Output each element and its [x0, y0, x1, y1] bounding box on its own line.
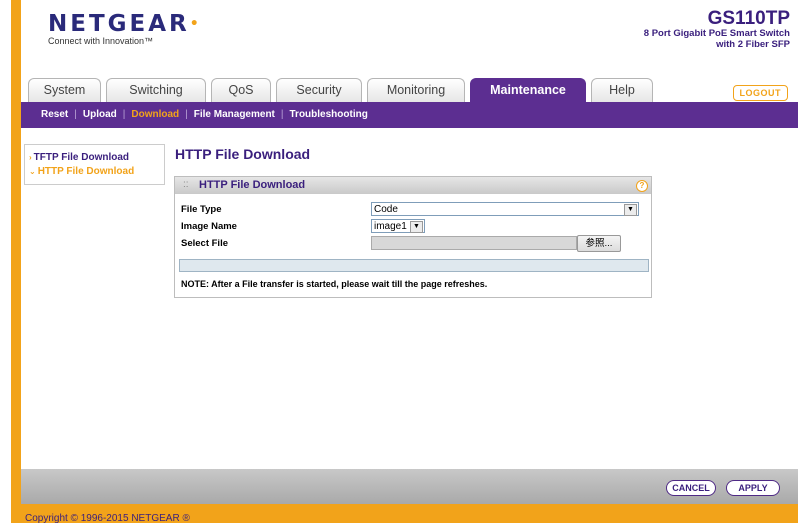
left-accent-bar: [11, 0, 21, 523]
netgear-logo: NETGEAR• Connect with Innovation™: [48, 11, 202, 46]
subnav-troubleshooting[interactable]: Troubleshooting: [290, 109, 368, 120]
action-bar: CANCEL APPLY: [21, 469, 798, 504]
sidebar-item-http-file-download[interactable]: ⌄ HTTP File Download: [29, 166, 134, 177]
image-name-label: Image Name: [181, 221, 237, 232]
file-path-input[interactable]: [371, 236, 577, 250]
transfer-progress-bar: [179, 259, 649, 272]
dropdown-arrow-icon: ▼: [624, 204, 637, 216]
subnav-download[interactable]: Download: [131, 109, 179, 120]
sidebar: › TFTP File Download ⌄ HTTP File Download: [24, 144, 165, 185]
apply-button[interactable]: APPLY: [726, 480, 780, 496]
sidebar-item-label: HTTP File Download: [37, 166, 135, 177]
sidebar-item-tftp-file-download[interactable]: › TFTP File Download: [29, 152, 129, 163]
transfer-note: NOTE: After a File transfer is started, …: [181, 279, 488, 289]
sidebar-item-label: TFTP File Download: [33, 152, 130, 163]
file-type-label: File Type: [181, 204, 222, 215]
image-name-select[interactable]: image1 ▼: [371, 219, 425, 233]
copyright-text: Copyright © 1996-2015 NETGEAR ®: [25, 513, 190, 524]
copyright-bar: Copyright © 1996-2015 NETGEAR ®: [11, 504, 798, 524]
image-name-value: image1: [374, 221, 407, 232]
tab-system[interactable]: System: [28, 78, 101, 102]
model-name: GS110TP: [707, 8, 790, 29]
dropdown-arrow-icon: ▼: [410, 221, 423, 233]
tab-switching[interactable]: Switching: [106, 78, 206, 102]
panel-title: HTTP File Download: [199, 179, 306, 191]
tab-help[interactable]: Help: [591, 78, 653, 102]
tab-security[interactable]: Security: [276, 78, 362, 102]
chevron-right-icon: ›: [29, 153, 32, 162]
file-type-select[interactable]: Code ▼: [371, 202, 639, 216]
subnav-upload[interactable]: Upload: [83, 109, 117, 120]
logout-button[interactable]: LOGOUT: [732, 85, 788, 101]
cancel-button[interactable]: CANCEL: [666, 480, 716, 496]
tab-maintenance[interactable]: Maintenance: [470, 78, 586, 103]
file-type-value: Code: [374, 204, 398, 215]
subnav-reset[interactable]: Reset: [41, 109, 68, 120]
page-title: HTTP File Download: [175, 146, 311, 162]
browse-button[interactable]: 参照...: [577, 235, 621, 252]
sub-navigation: Reset | Upload | Download | File Management | Tr…: [21, 102, 798, 128]
logo-tagline: Connect with Innovation™: [48, 36, 154, 46]
main-tabs: System Switching QoS Security Monitoring…: [21, 78, 798, 103]
model-desc-line1: 8 Port Gigabit PoE Smart Switch: [643, 28, 790, 39]
grip-icon: ::: [183, 179, 189, 190]
panel-header: :: HTTP File Download ?: [175, 177, 651, 194]
model-desc-line2: with 2 Fiber SFP: [716, 39, 790, 50]
http-file-download-panel: :: HTTP File Download ? File Type Code ▼…: [174, 176, 652, 298]
tab-qos[interactable]: QoS: [211, 78, 271, 102]
tab-monitoring[interactable]: Monitoring: [367, 78, 465, 102]
select-file-label: Select File: [181, 238, 228, 249]
subnav-file-management[interactable]: File Management: [194, 109, 275, 120]
header: NETGEAR• Connect with Innovation™ GS110T…: [21, 0, 798, 78]
help-icon[interactable]: ?: [636, 180, 648, 192]
chevron-down-icon: ⌄: [29, 167, 36, 176]
model-info: GS110TP 8 Port Gigabit PoE Smart Switch …: [643, 8, 790, 50]
logo-text: NETGEAR: [48, 11, 190, 37]
